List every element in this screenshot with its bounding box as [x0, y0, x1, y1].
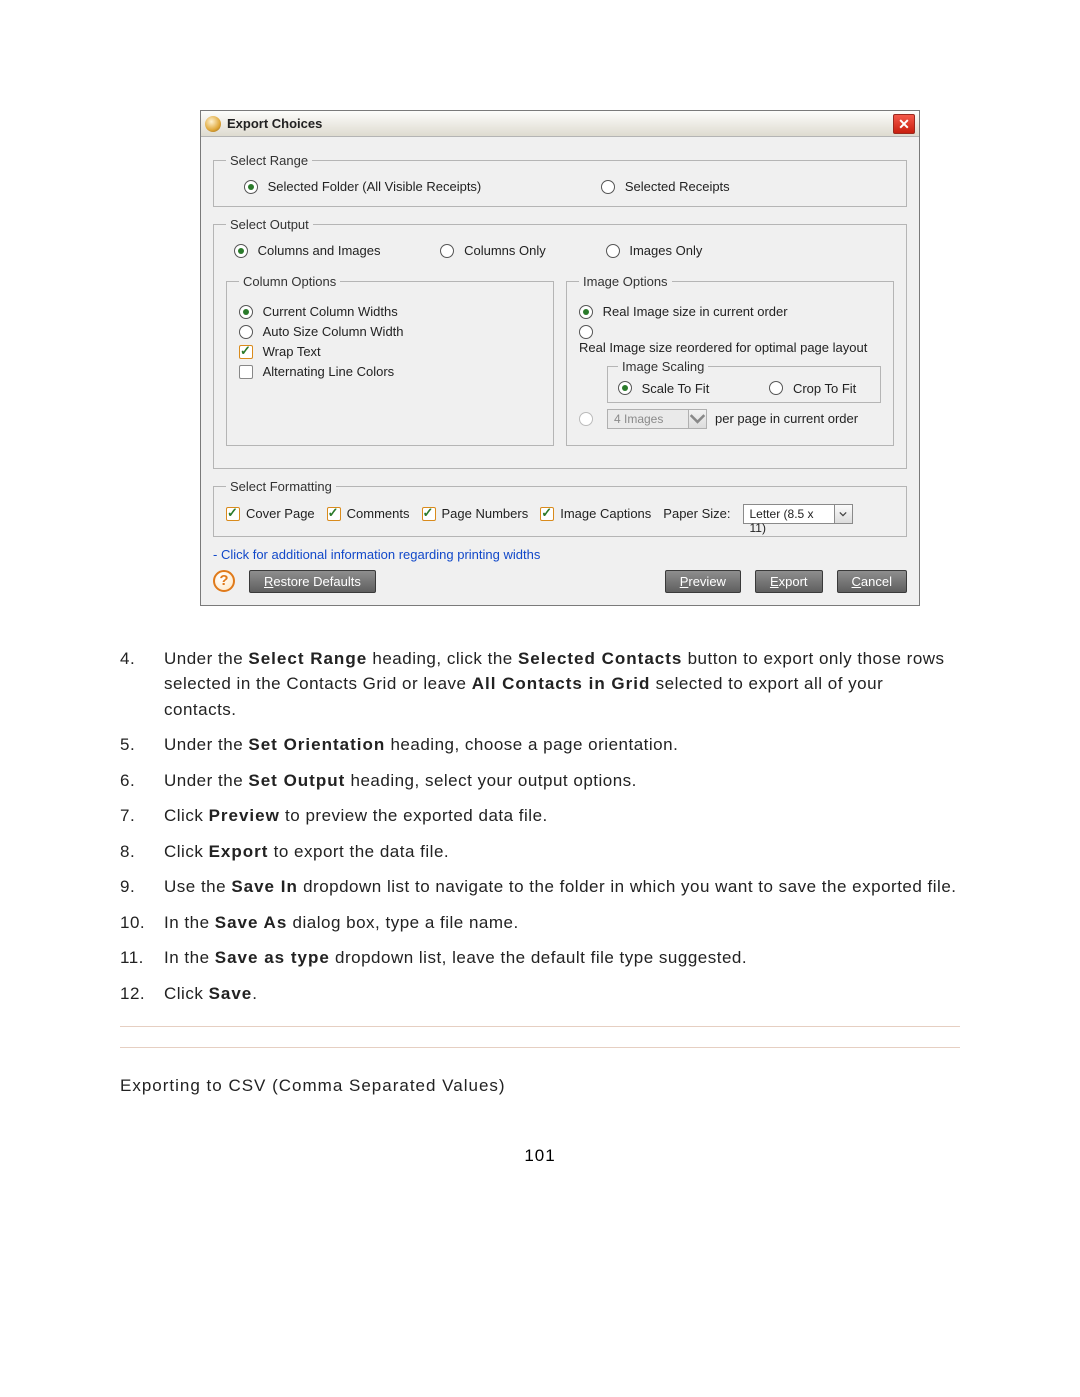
radio-icon [769, 381, 783, 395]
dialog-titlebar: Export Choices ✕ [201, 111, 919, 137]
step-12: 12.Click Save. [120, 981, 960, 1007]
radio-selected-folder[interactable]: Selected Folder (All Visible Receipts) [244, 178, 481, 194]
help-icon[interactable]: ? [213, 570, 235, 592]
image-scaling-legend: Image Scaling [618, 359, 708, 374]
checkbox-icon [327, 507, 341, 521]
checkbox-page-numbers[interactable]: Page Numbers [422, 506, 529, 521]
select-formatting-legend: Select Formatting [226, 479, 336, 494]
radio-images-per-page [579, 412, 593, 426]
radio-icon [606, 244, 620, 258]
select-range-group: Select Range Selected Folder (All Visibl… [213, 153, 907, 207]
radio-scale-to-fit[interactable]: Scale To Fit [618, 380, 709, 396]
restore-defaults-button[interactable]: Restore Defaults [249, 570, 376, 593]
checkbox-icon [226, 507, 240, 521]
checkbox-icon [239, 345, 253, 359]
column-options-group: Column Options Current Column Widths Aut… [226, 274, 554, 446]
divider [120, 1047, 960, 1048]
radio-real-image-reordered[interactable]: Real Image size reordered for optimal pa… [579, 323, 881, 355]
radio-auto-size-column-width[interactable]: Auto Size Column Width [239, 323, 541, 339]
radio-icon [244, 180, 258, 194]
image-options-legend: Image Options [579, 274, 672, 289]
step-5: 5.Under the Set Orientation heading, cho… [120, 732, 960, 758]
radio-selected-receipts[interactable]: Selected Receipts [601, 178, 729, 194]
cancel-button[interactable]: Cancel [837, 570, 907, 593]
preview-button[interactable]: Preview [665, 570, 741, 593]
page-number: 101 [120, 1146, 960, 1166]
checkbox-icon [540, 507, 554, 521]
step-7: 7.Click Preview to preview the exported … [120, 803, 960, 829]
checkbox-image-captions[interactable]: Image Captions [540, 506, 651, 521]
radio-icon [601, 180, 615, 194]
radio-crop-to-fit[interactable]: Crop To Fit [769, 380, 856, 396]
instruction-list: 4.Under the Select Range heading, click … [120, 646, 960, 1007]
export-button[interactable]: Export [755, 570, 823, 593]
divider [120, 1026, 960, 1027]
radio-icon [579, 325, 593, 339]
image-scaling-group: Image Scaling Scale To Fit Crop To Fit [607, 359, 881, 403]
printing-widths-link[interactable]: - Click for additional information regar… [213, 547, 907, 562]
checkbox-cover-page[interactable]: Cover Page [226, 506, 315, 521]
radio-icon [239, 325, 253, 339]
step-8: 8.Click Export to export the data file. [120, 839, 960, 865]
app-icon [205, 116, 221, 132]
select-formatting-group: Select Formatting Cover Page Comments Pa… [213, 479, 907, 537]
radio-icon [234, 244, 248, 258]
images-per-page-select: 4 Images [607, 409, 707, 429]
paper-size-select[interactable]: Letter (8.5 x 11) [743, 504, 853, 524]
close-icon[interactable]: ✕ [893, 114, 915, 134]
column-options-legend: Column Options [239, 274, 340, 289]
paper-size-label: Paper Size: [663, 506, 730, 521]
dialog-body: Select Range Selected Folder (All Visibl… [201, 137, 919, 605]
radio-current-column-widths[interactable]: Current Column Widths [239, 303, 541, 319]
radio-images-only[interactable]: Images Only [606, 242, 703, 258]
step-4: 4.Under the Select Range heading, click … [120, 646, 960, 723]
step-9: 9.Use the Save In dropdown list to navig… [120, 874, 960, 900]
checkbox-icon [422, 507, 436, 521]
radio-icon [440, 244, 454, 258]
document-page: Export Choices ✕ Select Range Selected F… [0, 0, 1080, 1226]
radio-real-image-current-order[interactable]: Real Image size in current order [579, 303, 881, 319]
checkbox-alternating-colors[interactable]: Alternating Line Colors [239, 363, 541, 379]
select-output-group: Select Output Columns and Images Columns… [213, 217, 907, 469]
dialog-title: Export Choices [227, 116, 893, 131]
image-options-group: Image Options Real Image size in current… [566, 274, 894, 446]
radio-columns-only[interactable]: Columns Only [440, 242, 545, 258]
select-range-legend: Select Range [226, 153, 312, 168]
chevron-down-icon [688, 410, 706, 428]
section-heading: Exporting to CSV (Comma Separated Values… [120, 1076, 960, 1096]
radio-columns-and-images[interactable]: Columns and Images [234, 242, 380, 258]
radio-icon [239, 305, 253, 319]
step-11: 11.In the Save as type dropdown list, le… [120, 945, 960, 971]
select-output-legend: Select Output [226, 217, 313, 232]
step-6: 6.Under the Set Output heading, select y… [120, 768, 960, 794]
radio-icon [618, 381, 632, 395]
export-choices-dialog: Export Choices ✕ Select Range Selected F… [200, 110, 920, 606]
chevron-down-icon [834, 505, 852, 523]
checkbox-icon [239, 365, 253, 379]
radio-icon [579, 305, 593, 319]
step-10: 10.In the Save As dialog box, type a fil… [120, 910, 960, 936]
checkbox-comments[interactable]: Comments [327, 506, 410, 521]
checkbox-wrap-text[interactable]: Wrap Text [239, 343, 541, 359]
